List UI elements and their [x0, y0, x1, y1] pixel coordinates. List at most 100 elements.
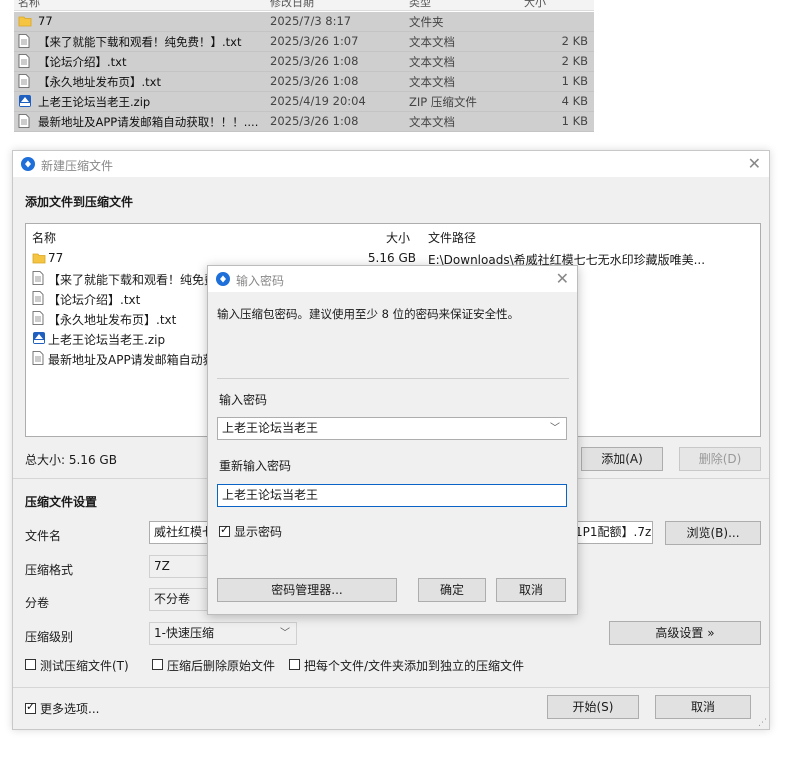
file-name: 77	[38, 14, 53, 28]
reenter-password-input[interactable]: 上老王论坛当老王	[217, 484, 567, 507]
header-size[interactable]: 大小	[386, 229, 410, 246]
more-options-label[interactable]: 更多选项...	[40, 700, 99, 717]
file-size: 1 KB	[561, 74, 588, 88]
test-archive-label[interactable]: 测试压缩文件(T)	[40, 657, 129, 674]
text-file-icon	[18, 74, 30, 91]
file-type: 文本文档	[409, 75, 455, 89]
file-date: 2025/3/26 1:08	[270, 54, 359, 68]
folder-icon	[32, 251, 46, 268]
file-type: 文件夹	[409, 15, 444, 29]
explorer-row[interactable]: 【论坛介绍】.txt 2025/3/26 1:08 文本文档 2 KB	[14, 52, 594, 72]
test-archive-checkbox[interactable]	[25, 659, 36, 670]
column-date[interactable]: 修改日期	[270, 0, 314, 10]
explorer-file-list: 名称 修改日期 类型 大小 77 2025/7/3 8:17 文件夹【来了就能下载和…	[0, 0, 600, 140]
cancel-button[interactable]: 取消	[496, 578, 566, 602]
file-type: ZIP 压缩文件	[409, 95, 477, 109]
file-date: 2025/3/26 1:08	[270, 74, 359, 88]
explorer-row[interactable]: 上老王论坛当老王.zip 2025/4/19 20:04 ZIP 压缩文件 4 KB	[14, 92, 594, 112]
explorer-header: 名称 修改日期 类型 大小	[14, 0, 594, 11]
file-date: 2025/7/3 8:17	[270, 14, 352, 28]
volume-select[interactable]: 不分卷	[149, 588, 209, 611]
delete-after-label[interactable]: 压缩后删除原始文件	[167, 657, 275, 674]
close-icon[interactable]: ✕	[748, 154, 761, 173]
show-password-label[interactable]: 显示密码	[234, 523, 282, 540]
explorer-row[interactable]: 最新地址及APP请发邮箱自动获取！！！.... 2025/3/26 1:08 文本文…	[14, 112, 594, 132]
app-logo-icon	[21, 157, 35, 171]
header-path[interactable]: 文件路径	[428, 229, 476, 246]
file-name: 77	[48, 251, 64, 265]
dialog-titlebar: 新建压缩文件 ✕	[13, 151, 769, 177]
dialog-title: 新建压缩文件	[41, 159, 114, 173]
start-button[interactable]: 开始(S)	[547, 695, 639, 719]
delete-after-checkbox[interactable]	[152, 659, 163, 670]
text-file-icon	[18, 114, 30, 131]
file-name: 【论坛介绍】.txt	[38, 55, 127, 69]
file-size: 2 KB	[561, 54, 588, 68]
column-type[interactable]: 类型	[409, 0, 431, 10]
format-select[interactable]: 7Z	[149, 555, 209, 578]
folder-icon	[18, 14, 32, 31]
file-name: 【来了就能下载和观看！纯免费	[48, 273, 217, 287]
text-file-icon	[18, 34, 30, 51]
separate-archives-checkbox[interactable]	[289, 659, 300, 670]
file-name: 【来了就能下载和观看！纯免费！】.txt	[38, 35, 242, 49]
password-dialog: 输入密码 ✕ 输入压缩包密码。建议使用至少 8 位的密码来保证安全性。 输入密码…	[207, 265, 578, 615]
level-value: 1-快速压缩	[154, 626, 214, 640]
reenter-password-label: 重新输入密码	[219, 459, 292, 473]
file-date: 2025/3/26 1:07	[270, 34, 359, 48]
filename-input-tail[interactable]: 1P1配额】.7z	[573, 521, 653, 544]
file-name: 最新地址及APP请发邮箱自动获	[48, 353, 215, 367]
enter-password-input[interactable]: 上老王论坛当老王 ﹀	[217, 417, 567, 440]
show-password-checkbox[interactable]	[219, 523, 230, 537]
password-titlebar: 输入密码 ✕	[208, 266, 577, 292]
file-name: 最新地址及APP请发邮箱自动获取！！！....	[38, 115, 259, 129]
text-file-icon	[32, 291, 44, 308]
format-label: 压缩格式	[25, 563, 74, 577]
explorer-row[interactable]: 77 2025/7/3 8:17 文件夹	[14, 12, 594, 32]
column-size[interactable]: 大小	[524, 0, 546, 10]
zip-file-icon	[18, 94, 32, 111]
level-label: 压缩级别	[25, 630, 74, 644]
enter-password-value: 上老王论坛当老王	[222, 421, 319, 435]
resize-grip-icon[interactable]: ⋰	[758, 718, 767, 728]
text-file-icon	[32, 271, 44, 288]
password-title: 输入密码	[236, 274, 285, 288]
level-select[interactable]: 1-快速压缩 ﹀	[149, 622, 297, 645]
file-date: 2025/3/26 1:08	[270, 114, 359, 128]
file-name: 【论坛介绍】.txt	[48, 293, 141, 307]
file-size: 1 KB	[561, 114, 588, 128]
cancel-button[interactable]: 取消	[655, 695, 751, 719]
column-name[interactable]: 名称	[18, 0, 40, 10]
explorer-row[interactable]: 【来了就能下载和观看！纯免费！】.txt 2025/3/26 1:07 文本文档 2 …	[14, 32, 594, 52]
password-manager-button[interactable]: 密码管理器...	[217, 578, 397, 602]
chevron-down-icon[interactable]: ﹀	[550, 418, 560, 439]
volume-label: 分卷	[25, 596, 50, 610]
separate-archives-label[interactable]: 把每个文件/文件夹添加到独立的压缩文件	[304, 657, 524, 674]
section-add-title: 添加文件到压缩文件	[25, 195, 134, 209]
filename-input[interactable]: 威社红模七	[149, 521, 209, 544]
filename-label: 文件名	[25, 529, 62, 543]
chevron-down-icon: ﹀	[280, 628, 290, 639]
more-options-checkbox[interactable]	[25, 700, 36, 714]
browse-button[interactable]: 浏览(B)...	[665, 521, 761, 545]
file-size: 4 KB	[561, 94, 588, 108]
ok-button[interactable]: 确定	[418, 578, 486, 602]
total-size: 总大小: 5.16 GB	[25, 453, 117, 467]
text-file-icon	[32, 311, 44, 328]
zip-file-icon	[32, 331, 46, 348]
divider	[217, 378, 569, 379]
header-name[interactable]: 名称	[32, 229, 56, 246]
close-icon[interactable]: ✕	[556, 269, 569, 288]
password-hint: 输入压缩包密码。建议使用至少 8 位的密码来保证安全性。	[217, 307, 520, 321]
section-settings-title: 压缩文件设置	[25, 495, 98, 509]
file-size: 2 KB	[561, 34, 588, 48]
add-button[interactable]: 添加(A)	[581, 447, 663, 471]
advanced-settings-button[interactable]: 高级设置 »	[609, 621, 761, 645]
explorer-row[interactable]: 【永久地址发布页】.txt 2025/3/26 1:08 文本文档 1 KB	[14, 72, 594, 92]
file-type: 文本文档	[409, 115, 455, 129]
delete-button[interactable]: 删除(D)	[679, 447, 761, 471]
file-type: 文本文档	[409, 35, 455, 49]
file-name: 【永久地址发布页】.txt	[48, 313, 177, 327]
file-list-header: 名称 大小 文件路径	[26, 226, 760, 246]
file-type: 文本文档	[409, 55, 455, 69]
